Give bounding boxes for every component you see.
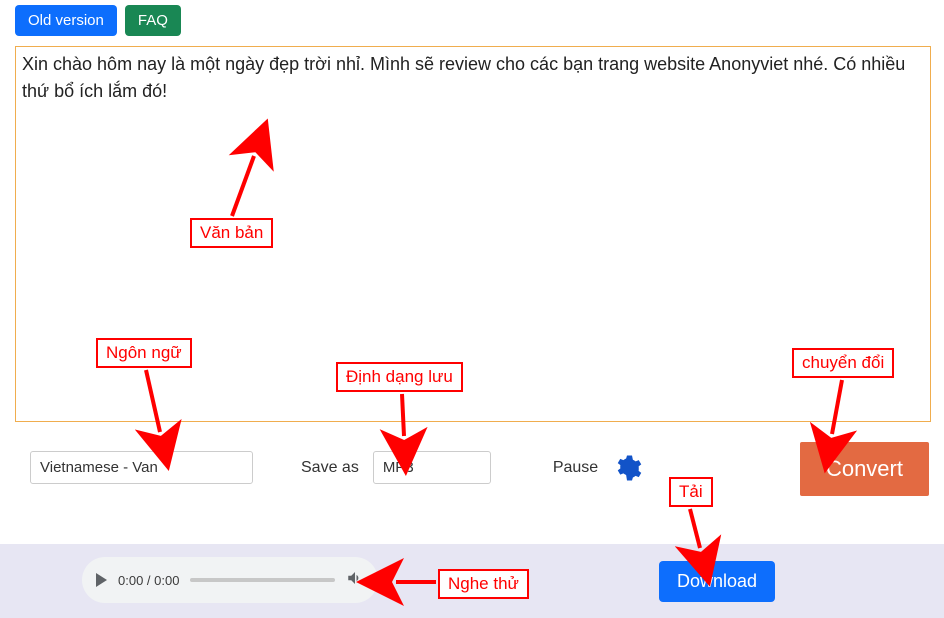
player-time: 0:00 / 0:00 xyxy=(118,573,179,588)
textarea-content: Xin chào hôm nay là một ngày đẹp trời nh… xyxy=(22,54,905,101)
convert-button[interactable]: Convert xyxy=(800,442,929,496)
player-seek-slider[interactable] xyxy=(190,578,335,582)
controls-row: Save as Pause xyxy=(30,451,920,484)
audio-player[interactable]: 0:00 / 0:00 xyxy=(82,557,378,603)
annotation-nghe-thu: Nghe thử xyxy=(438,569,529,599)
play-icon[interactable] xyxy=(96,573,107,587)
language-select[interactable] xyxy=(30,451,253,484)
pause-label: Pause xyxy=(553,459,598,477)
annotation-tai: Tải xyxy=(669,477,713,507)
download-button[interactable]: Download xyxy=(659,561,775,602)
annotation-van-ban: Văn bản xyxy=(190,218,273,248)
faq-button[interactable]: FAQ xyxy=(125,5,181,36)
save-as-label: Save as xyxy=(301,459,359,477)
annotation-chuyen-doi: chuyển đổi xyxy=(792,348,894,378)
format-select[interactable] xyxy=(373,451,491,484)
annotation-ngon-ngu: Ngôn ngữ xyxy=(96,338,192,368)
annotation-dinh-dang-luu: Định dạng lưu xyxy=(336,362,463,392)
volume-icon[interactable] xyxy=(346,569,364,592)
old-version-button[interactable]: Old version xyxy=(15,5,117,36)
top-button-row: Old version FAQ xyxy=(15,5,181,36)
gear-icon[interactable] xyxy=(612,453,642,483)
